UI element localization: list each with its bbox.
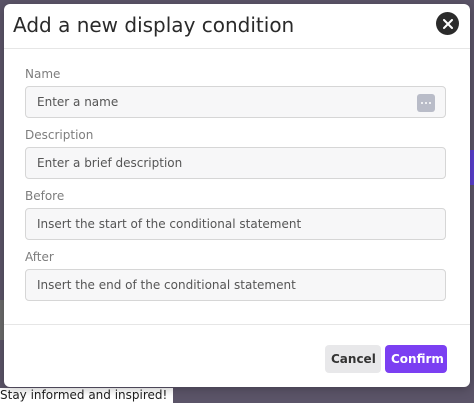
display-condition-dialog: Add a new display condition Name Descrip… <box>4 4 470 387</box>
footer-divider <box>4 324 470 325</box>
dialog-title: Add a new display condition <box>13 13 295 37</box>
cancel-button[interactable]: Cancel <box>325 345 381 373</box>
name-input[interactable] <box>26 87 445 117</box>
more-options-button[interactable] <box>417 94 435 112</box>
before-input[interactable] <box>26 209 445 239</box>
description-field <box>25 147 446 179</box>
after-field <box>25 269 446 301</box>
description-label: Description <box>25 128 94 142</box>
confirm-button[interactable]: Confirm <box>385 345 447 373</box>
background-panel <box>470 150 474 185</box>
name-label: Name <box>25 67 61 81</box>
name-field <box>25 86 446 118</box>
before-label: Before <box>25 189 65 203</box>
dot <box>429 102 431 104</box>
description-input[interactable] <box>26 148 445 178</box>
after-input[interactable] <box>26 270 445 300</box>
before-field <box>25 208 446 240</box>
dot <box>421 102 423 104</box>
after-label: After <box>25 250 54 264</box>
close-button[interactable] <box>436 12 459 35</box>
background-text: Stay informed and inspired! <box>0 388 174 403</box>
dialog-header: Add a new display condition <box>4 4 470 49</box>
dot <box>425 102 427 104</box>
close-icon <box>442 18 453 29</box>
